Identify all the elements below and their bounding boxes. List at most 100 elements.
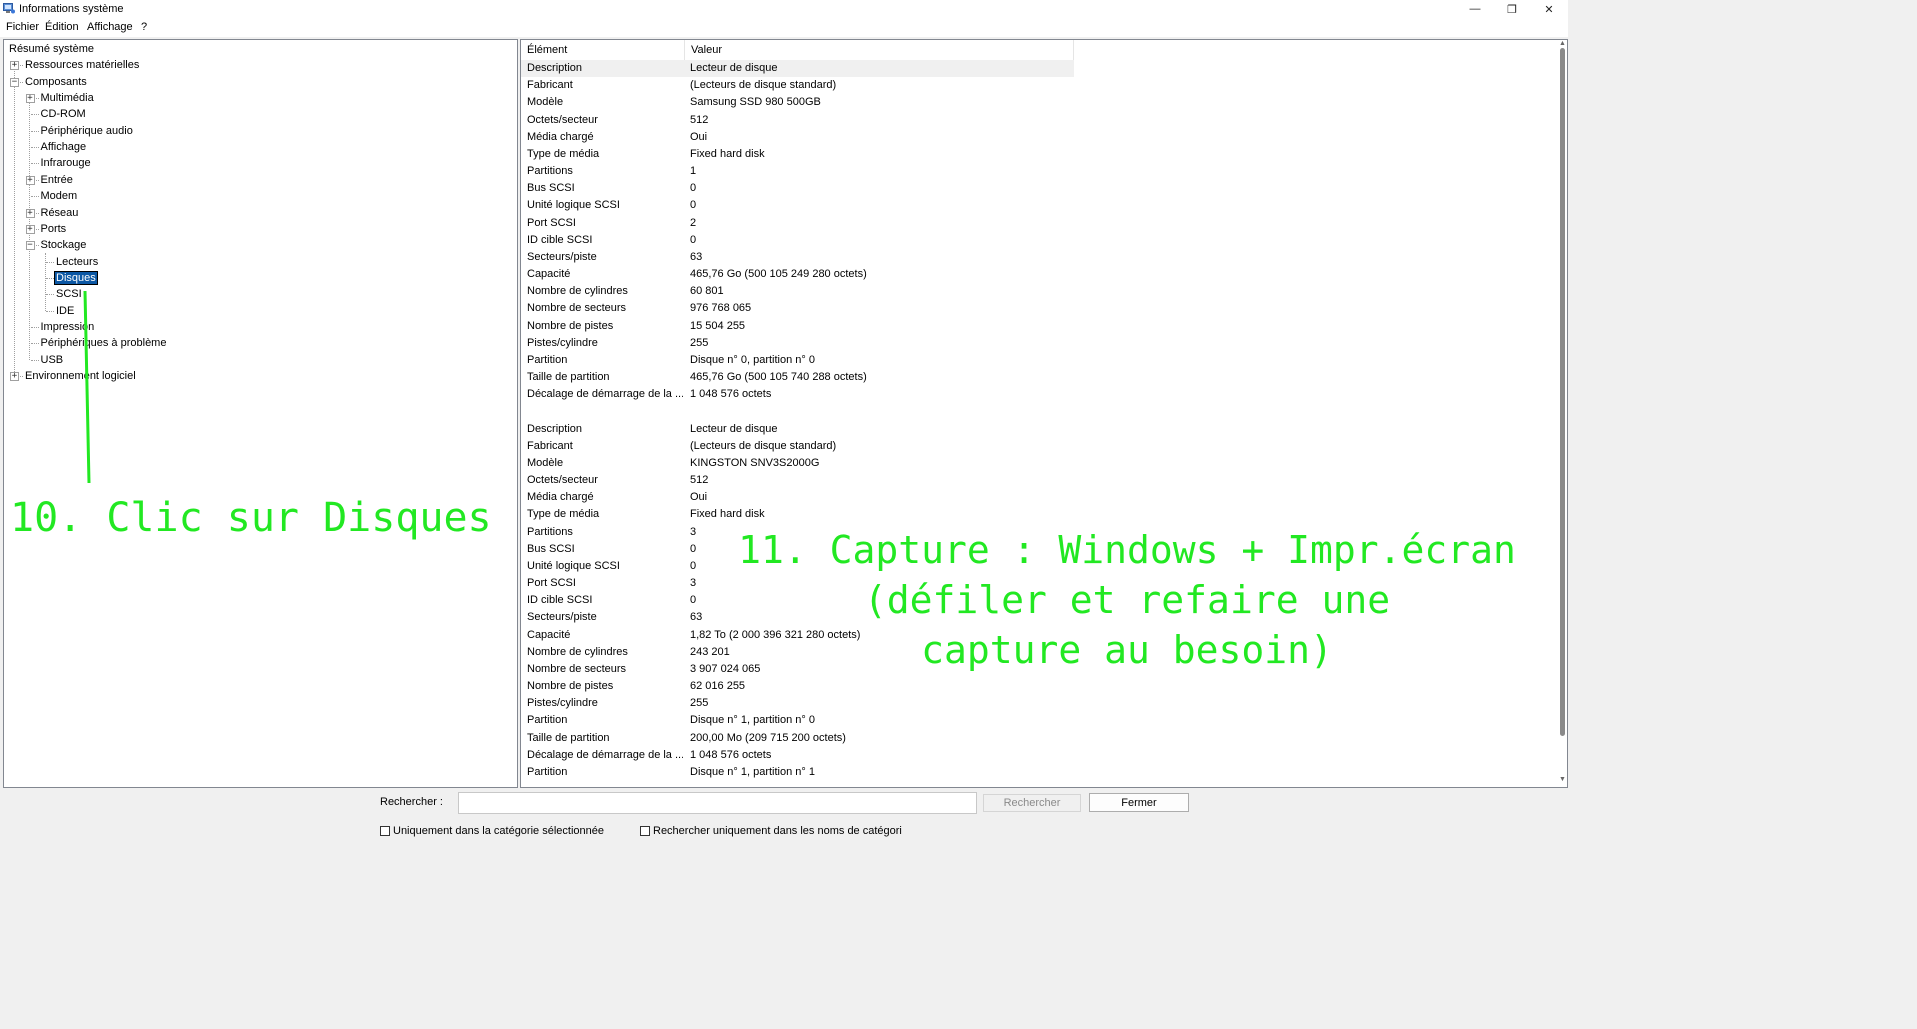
close-button[interactable]: Fermer (1089, 793, 1189, 812)
expand-icon[interactable]: + (25, 94, 35, 104)
row-value: 976 768 065 (690, 302, 752, 315)
row-element: Nombre de pistes (527, 319, 614, 332)
system-info-icon (3, 3, 15, 14)
menu-help[interactable]: ? (141, 21, 147, 33)
close-window-button[interactable]: ✕ (1526, 0, 1572, 18)
selected-category-only-checkbox[interactable]: Uniquement dans la catégorie sélectionné… (380, 825, 604, 837)
expand-icon[interactable]: + (10, 61, 19, 71)
row-element: Partition (527, 714, 568, 727)
scroll-up-icon[interactable]: ▲ (1559, 40, 1566, 47)
table-row[interactable]: Secteurs/piste 63 (521, 249, 1074, 266)
search-button[interactable]: Rechercher (983, 794, 1081, 812)
table-row[interactable]: Description Lecteur de disque (521, 60, 1074, 77)
column-header-value[interactable]: Valeur (685, 40, 1074, 60)
tree-item[interactable]: Périphérique audio (40, 123, 134, 139)
search-input[interactable] (458, 792, 977, 814)
category-names-only-checkbox[interactable]: Rechercher uniquement dans les noms de c… (640, 825, 902, 837)
table-row[interactable]: Port SCSI 2 (521, 215, 1074, 232)
row-element: Taille de partition (527, 731, 610, 744)
table-row[interactable]: Nombre de pistes 62 016 255 (521, 678, 1074, 695)
tree-item[interactable]: Entrée (40, 172, 74, 188)
table-row[interactable]: Partition Disque n° 0, partition n° 0 (521, 352, 1074, 369)
row-element: Unité logique SCSI (527, 199, 620, 212)
annotation-step-11-line3: capture au besoin) (921, 628, 1333, 672)
tree-item-label: SCSI (56, 288, 82, 301)
details-list[interactable]: Élément Valeur Description Lecteur de dis… (520, 39, 1568, 788)
tree-item[interactable]: Impression (40, 319, 96, 335)
table-row[interactable]: Description Lecteur de disque (521, 421, 1074, 438)
collapse-icon[interactable]: − (10, 77, 19, 87)
table-row[interactable]: Octets/secteur 512 (521, 112, 1074, 129)
table-row[interactable] (521, 403, 1074, 420)
table-row[interactable]: Taille de partition 465,76 Go (500 105 74… (521, 369, 1074, 386)
table-row[interactable]: Partitions 1 (521, 163, 1074, 180)
tree-item[interactable]: Affichage (40, 139, 88, 155)
tree-item[interactable]: Ports (40, 221, 68, 237)
table-row[interactable]: Taille de partition 200,00 Mo (209 715 20… (521, 730, 1074, 747)
row-value: 3 (690, 577, 697, 590)
row-element: Type de média (527, 508, 600, 521)
table-row[interactable]: Partition Disque n° 1, partition n° 1 (521, 764, 1074, 781)
checkbox-box[interactable] (380, 826, 390, 836)
tree-guide-line (30, 326, 39, 328)
menu-edition[interactable]: Édition (45, 21, 79, 33)
tree-item[interactable]: Infrarouge (40, 155, 92, 171)
checkbox-box[interactable] (640, 826, 650, 836)
tree-item[interactable]: Ressources matérielles (24, 57, 140, 73)
vertical-scrollbar[interactable]: ▲ ▼ (1558, 40, 1567, 787)
table-row[interactable]: Unité logique SCSI 0 (521, 197, 1074, 214)
row-value: 0 (690, 594, 697, 607)
table-row[interactable]: ID cible SCSI 0 (521, 232, 1074, 249)
scroll-down-icon[interactable]: ▼ (1559, 776, 1566, 783)
tree-item[interactable]: Multimédia (40, 90, 95, 106)
menu-affichage[interactable]: Affichage (87, 21, 133, 33)
table-row[interactable]: Capacité 465,76 Go (500 105 249 280 octet… (521, 266, 1074, 283)
table-row[interactable]: Fabricant (Lecteurs de disque standard) (521, 438, 1074, 455)
table-row[interactable]: Décalage de démarrage de la ... 1 048 576… (521, 747, 1074, 764)
table-row[interactable]: Nombre de cylindres 60 801 (521, 283, 1074, 300)
row-value: 512 (690, 474, 709, 487)
table-row[interactable]: Bus SCSI 0 (521, 180, 1074, 197)
expand-icon[interactable]: + (10, 372, 19, 381)
table-row[interactable]: Nombre de pistes 15 504 255 (521, 318, 1074, 335)
table-row[interactable]: Média chargé Oui (521, 129, 1074, 146)
expand-icon[interactable]: + (25, 224, 35, 234)
tree-item[interactable]: USB (40, 352, 65, 368)
table-row[interactable]: Modèle Samsung SSD 980 500GB (521, 94, 1074, 111)
table-row[interactable]: Modèle KINGSTON SNV3S2000G (521, 455, 1074, 472)
expand-icon[interactable]: + (25, 208, 35, 218)
scrollbar-thumb[interactable] (1560, 48, 1565, 736)
table-row[interactable]: Octets/secteur 512 (521, 472, 1074, 489)
table-row[interactable]: Type de média Fixed hard disk (521, 146, 1074, 163)
table-row[interactable]: Pistes/cylindre 255 (521, 335, 1074, 352)
table-row[interactable]: Type de média Fixed hard disk (521, 506, 1074, 523)
tree-item[interactable]: Composants (24, 74, 88, 90)
table-row[interactable]: Décalage de démarrage de la ... 1 048 576… (521, 386, 1074, 403)
menu-fichier[interactable]: Fichier (6, 21, 39, 33)
tree-item[interactable]: Modem (40, 188, 79, 204)
tree-item[interactable]: Stockage (40, 237, 88, 253)
row-value: 2 (690, 216, 697, 229)
expand-icon[interactable]: + (25, 175, 35, 185)
tree-item[interactable]: Lecteurs (55, 254, 99, 270)
row-value: 3 (690, 525, 697, 538)
category-tree[interactable]: Résumé système + Ressources matérielles − Co… (3, 39, 518, 788)
tree-item[interactable]: IDE (55, 303, 75, 319)
tree-item[interactable]: Disques (54, 270, 98, 286)
column-header-element[interactable]: Élément (521, 40, 685, 60)
tree-item[interactable]: CD-ROM (40, 106, 87, 122)
tree-item[interactable]: Environnement logiciel (24, 368, 137, 384)
tree-item[interactable]: SCSI (55, 286, 83, 302)
tree-item-label: IDE (56, 304, 75, 317)
tree-item-label: Ressources matérielles (25, 59, 140, 72)
table-row[interactable]: Média chargé Oui (521, 489, 1074, 506)
tree-item[interactable]: Périphériques à problème (40, 335, 168, 351)
table-row[interactable]: Partition Disque n° 1, partition n° 0 (521, 712, 1074, 729)
tree-item[interactable]: Résumé système (8, 41, 95, 57)
row-element: ID cible SCSI (527, 594, 593, 607)
tree-item[interactable]: Réseau (40, 205, 80, 221)
table-row[interactable]: Nombre de secteurs 976 768 065 (521, 300, 1074, 317)
table-row[interactable]: Pistes/cylindre 255 (521, 695, 1074, 712)
collapse-icon[interactable]: − (25, 241, 35, 251)
table-row[interactable]: Fabricant (Lecteurs de disque standard) (521, 77, 1074, 94)
